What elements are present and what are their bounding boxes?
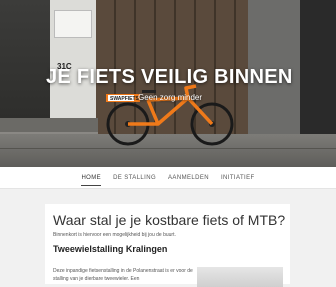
hero-subtitle: Geen zorg minder xyxy=(138,93,203,102)
section-paragraph: Deze inpandige fietsenstalling in de Pol… xyxy=(53,268,193,282)
stalling-photo xyxy=(197,267,283,287)
nav-item-initiatief[interactable]: INITIATIEF xyxy=(215,167,261,189)
bicycle-image: SWAPFIETS xyxy=(106,84,234,146)
hero-banner: 31C SWAPFIETS JE FIETS VEILIG BINNEN Gee… xyxy=(0,0,336,167)
hero-title: JE FIETS VEILIG BINNEN xyxy=(46,66,293,88)
nav-item-home[interactable]: HOME xyxy=(75,167,107,189)
nav-item-de-stalling[interactable]: DE STALLING xyxy=(107,167,162,189)
section-title: Tweewielstalling Kralingen xyxy=(53,244,168,254)
content-card: Waar stal je je kostbare fiets of MTB? B… xyxy=(45,204,290,287)
door-sign xyxy=(54,10,92,38)
bike-brand-label: SWAPFIETS xyxy=(110,96,140,102)
page-heading: Waar stal je je kostbare fiets of MTB? xyxy=(53,212,286,228)
intro-text: Binnenkort is hiervoor een mogelijkheid … xyxy=(53,232,176,238)
main-nav: HOME DE STALLING AANMELDEN INITIATIEF xyxy=(0,167,336,189)
wall-left xyxy=(0,0,50,120)
nav-item-aanmelden[interactable]: AANMELDEN xyxy=(162,167,215,189)
